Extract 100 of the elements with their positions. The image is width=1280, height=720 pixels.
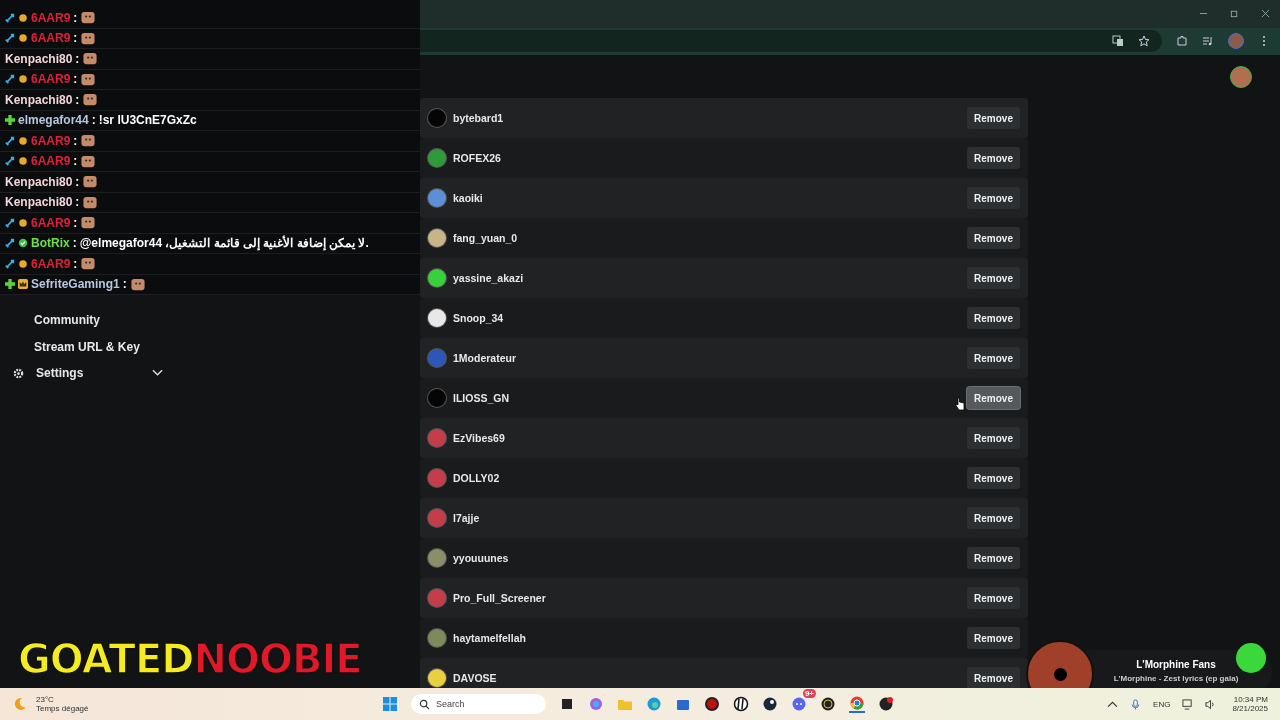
chat-username: 6AAR9: [31, 31, 71, 46]
caret-up-icon[interactable]: [1107, 698, 1119, 710]
remove-button[interactable]: Remove: [967, 627, 1020, 650]
sword-badge-icon: [5, 156, 15, 167]
remove-button[interactable]: Remove: [967, 347, 1020, 370]
chat-colon: :: [72, 236, 77, 251]
chat-colon: :: [73, 256, 78, 271]
plus-badge-icon: [5, 279, 15, 290]
clock-date[interactable]: 8/21/2025: [1232, 704, 1268, 713]
chat-colon: :: [73, 10, 78, 25]
coin-badge-icon: [18, 12, 28, 23]
moon-icon: [12, 696, 28, 712]
sword-badge-icon: [5, 33, 15, 44]
remove-button[interactable]: Remove: [967, 227, 1020, 250]
username: Pro_Full_Screener: [453, 592, 547, 605]
close-icon[interactable]: [1261, 9, 1270, 19]
remove-button[interactable]: Remove: [967, 587, 1020, 610]
chat-colon: :: [75, 92, 80, 107]
remove-button[interactable]: Remove: [967, 147, 1020, 170]
chat-username: 6AAR9: [31, 10, 71, 25]
windows-start-icon[interactable]: [382, 696, 398, 712]
notification-badge: 9+: [802, 689, 816, 698]
plus-badge-icon: [5, 115, 15, 126]
chat-username: elmegafor44: [18, 113, 89, 128]
chat-username: 6AAR9: [31, 133, 71, 148]
translate-icon[interactable]: [1112, 35, 1124, 48]
username: haytamelfellah: [453, 632, 527, 645]
star-icon[interactable]: [1138, 35, 1150, 48]
chat-colon: :: [75, 51, 80, 66]
search-icon: [419, 699, 430, 710]
hand-cursor-icon: [955, 397, 965, 412]
remove-button[interactable]: Remove: [967, 387, 1020, 410]
remove-button[interactable]: Remove: [967, 467, 1020, 490]
remove-button[interactable]: Remove: [967, 667, 1020, 688]
chat-colon: :: [75, 195, 80, 210]
language-indicator[interactable]: ENG: [1153, 699, 1171, 709]
task-view-icon[interactable]: [559, 696, 575, 712]
remove-button[interactable]: Remove: [967, 187, 1020, 210]
chat-colon: :: [75, 174, 80, 189]
sidebar-item[interactable]: Community: [10, 307, 100, 334]
remove-button[interactable]: Remove: [967, 107, 1020, 130]
song-title: L'Morphine Fans: [1136, 659, 1216, 670]
sidebar-item[interactable]: Stream URL & Key: [10, 333, 140, 360]
chat-colon: :: [122, 277, 127, 292]
user-avatar[interactable]: [1230, 65, 1252, 88]
remove-button[interactable]: Remove: [967, 307, 1020, 330]
coin-badge-icon: [18, 33, 28, 44]
chat-colon: :: [73, 31, 78, 46]
weather-temperature: 23°C: [36, 695, 55, 704]
remove-button[interactable]: Remove: [967, 547, 1020, 570]
search-field[interactable]: Search: [411, 694, 546, 714]
restore-icon[interactable]: [1230, 9, 1239, 19]
sword-badge-icon: [5, 12, 15, 23]
username: 1Moderateur: [453, 352, 517, 365]
speaker-icon[interactable]: [1205, 698, 1217, 710]
clock-time[interactable]: 10:34 PM: [1233, 695, 1268, 704]
chat-username: Kenpachi80: [5, 195, 73, 210]
remove-button[interactable]: Remove: [967, 267, 1020, 290]
username: DOLLY02: [453, 472, 501, 485]
sword-badge-icon: [5, 135, 15, 146]
microphone-icon[interactable]: [1130, 698, 1142, 710]
remove-button[interactable]: Remove: [967, 427, 1020, 450]
chat-username: Kenpachi80: [5, 92, 73, 107]
username: EzVibes69: [453, 432, 506, 445]
chat-colon: :: [91, 113, 96, 128]
username: bytebard1: [453, 112, 505, 125]
username: yyouuunes: [453, 552, 510, 565]
chat-username: 6AAR9: [31, 72, 71, 87]
chat-username: Kenpachi80: [5, 51, 73, 66]
check-badge-icon: [18, 238, 28, 249]
weather-condition: Temps dégagé: [36, 704, 89, 713]
chat-username: 6AAR9: [31, 256, 71, 271]
sword-badge-icon: [5, 217, 15, 228]
chat-colon: :: [73, 215, 78, 230]
chat-username: SefriteGaming1: [31, 277, 120, 292]
username: yassine_akazi: [453, 272, 525, 285]
coin-badge-icon: [18, 74, 28, 85]
crown-badge-icon: [18, 279, 28, 290]
coin-badge-icon: [18, 135, 28, 146]
sword-badge-icon: [5, 238, 15, 249]
coin-badge-icon: [18, 258, 28, 269]
username: kaoiki: [453, 192, 484, 205]
network-icon[interactable]: [1182, 698, 1194, 710]
chat-username: Kenpachi80: [5, 174, 73, 189]
sidebar-section[interactable]: Settings: [10, 360, 163, 387]
remove-button[interactable]: Remove: [967, 507, 1020, 530]
sword-badge-icon: [5, 258, 15, 269]
username: DAVOSE: [453, 672, 498, 685]
chat-colon: :: [73, 154, 78, 169]
profile-avatar[interactable]: [1228, 33, 1244, 50]
chat-username: 6AAR9: [31, 154, 71, 169]
sword-badge-icon: [5, 74, 15, 85]
username: fang_yuan_0: [453, 232, 519, 245]
chat-colon: :: [73, 72, 78, 87]
username: ILIOSS_GN: [453, 392, 510, 405]
settings-icon: [13, 367, 24, 379]
media-icon[interactable]: [1202, 35, 1214, 48]
sidebar-label: Settings: [36, 366, 85, 381]
chat-username: 6AAR9: [31, 215, 71, 230]
chat-message: @elmegafor44 ،لا يمكن إضافة الأغنية إلى قائمة التشغيل.: [79, 236, 369, 251]
